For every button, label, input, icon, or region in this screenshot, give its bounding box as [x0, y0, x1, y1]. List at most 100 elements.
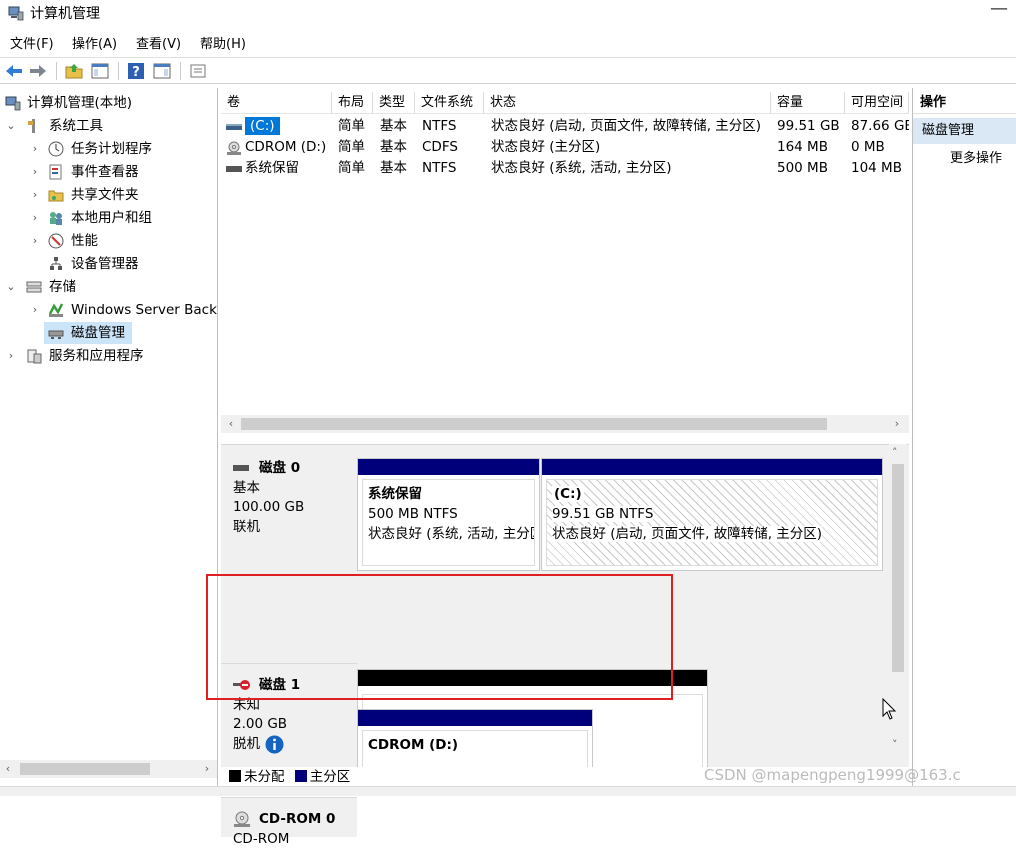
properties-icon[interactable]	[188, 61, 208, 81]
volume-free-space: 0 MB	[851, 137, 885, 158]
back-arrow-icon[interactable]	[4, 61, 24, 81]
tree-label: 共享文件夹	[71, 184, 139, 206]
partition-status: 状态良好 (系统, 活动, 主分区)	[368, 524, 529, 544]
tree-item-disk-management[interactable]: 磁盘管理	[44, 322, 132, 344]
tree-label: 系统工具	[49, 115, 103, 137]
cdrom-icon	[226, 140, 242, 156]
volume-row-system-reserved[interactable]: 系统保留 简单 基本 NTFS 状态良好 (系统, 活动, 主分区) 500 M…	[221, 158, 909, 179]
scrollbar-thumb[interactable]	[20, 763, 150, 775]
scroll-right-icon[interactable]: ›	[199, 760, 215, 778]
expand-chevron-icon[interactable]: ›	[28, 138, 42, 160]
partition-header-bar	[358, 459, 539, 475]
collapse-chevron-icon[interactable]: ⌄	[4, 276, 18, 298]
volume-name: CDROM (D:)	[245, 137, 326, 158]
actions-section-disk-management[interactable]: 磁盘管理	[913, 118, 1016, 144]
partition-cdrom[interactable]: CDROM (D:)	[357, 709, 593, 769]
minimize-button[interactable]: —	[990, 0, 1008, 19]
tree-item-shared-folders[interactable]: › 共享文件夹	[0, 184, 217, 206]
tree-item-performance[interactable]: › 性能	[0, 230, 217, 252]
title-bar: 计算机管理 —	[0, 0, 1016, 26]
cdrom0-info[interactable]: CD-ROM 0 CD-ROM	[221, 797, 357, 837]
disk0-size: 100.00 GB	[233, 498, 357, 518]
column-type[interactable]: 类型	[373, 92, 415, 114]
info-icon[interactable]	[265, 735, 284, 754]
volume-list-header: 卷 布局 类型 文件系统 状态 容量 可用空间	[221, 92, 909, 114]
tree-item-event-viewer[interactable]: › 事件查看器	[0, 161, 217, 183]
legend-unallocated: 未分配	[244, 769, 285, 785]
tree-item-windows-server-backup[interactable]: › Windows Server Backup	[0, 299, 217, 321]
tree-label: 本地用户和组	[71, 207, 152, 229]
actions-header: 操作	[913, 92, 1016, 114]
column-status[interactable]: 状态	[484, 92, 771, 114]
scroll-up-icon[interactable]: ˄	[892, 446, 898, 459]
scroll-left-icon[interactable]: ‹	[223, 415, 239, 433]
disk-icon	[233, 464, 249, 472]
volume-list-horizontal-scrollbar[interactable]: ‹ ›	[221, 415, 909, 433]
scroll-right-icon[interactable]: ›	[889, 415, 905, 433]
partition-name: CDROM (D:)	[368, 735, 582, 755]
menu-action[interactable]: 操作(A)	[72, 33, 117, 52]
volume-capacity: 500 MB	[777, 158, 828, 179]
tree-label: 服务和应用程序	[49, 345, 144, 367]
menu-help[interactable]: 帮助(H)	[200, 33, 246, 52]
expand-chevron-icon[interactable]: ›	[28, 207, 42, 229]
cdrom-icon	[233, 810, 251, 828]
help-icon[interactable]: ?	[126, 61, 146, 81]
highlight-annotation-box	[206, 574, 673, 700]
expand-chevron-icon[interactable]: ›	[4, 345, 18, 367]
forward-arrow-icon[interactable]	[28, 61, 48, 81]
scrollbar-thumb[interactable]	[241, 418, 827, 430]
volume-free-space: 87.66 GB	[851, 116, 909, 137]
volume-row-cdrom[interactable]: CDROM (D:) 简单 基本 CDFS 状态良好 (主分区) 164 MB …	[221, 137, 909, 158]
volume-name: 系统保留	[245, 158, 299, 179]
volume-filesystem: CDFS	[422, 137, 458, 158]
tree-item-system-tools[interactable]: ⌄ 系统工具	[0, 115, 217, 137]
tree-item-device-manager[interactable]: 设备管理器	[0, 253, 217, 275]
performance-icon	[48, 233, 64, 249]
show-hide-console-tree-icon[interactable]	[90, 61, 110, 81]
up-folder-icon[interactable]	[64, 61, 84, 81]
partition-body: CDROM (D:)	[362, 730, 588, 768]
column-capacity[interactable]: 容量	[771, 92, 845, 114]
volume-filesystem: NTFS	[422, 116, 456, 137]
column-volume[interactable]: 卷	[221, 92, 332, 114]
menu-file[interactable]: 文件(F)	[10, 33, 54, 52]
disk0-info[interactable]: 磁盘 0 基本 100.00 GB 联机	[221, 459, 357, 569]
tree-item-root[interactable]: 计算机管理(本地)	[0, 92, 217, 114]
services-icon	[26, 348, 42, 364]
tree-label: Windows Server Backup	[71, 299, 217, 321]
primary-partition-swatch	[295, 770, 307, 782]
column-filesystem[interactable]: 文件系统	[415, 92, 484, 114]
shared-folder-icon	[48, 187, 64, 203]
partition-name: (C:)	[552, 486, 584, 502]
partition-c[interactable]: (C:) 99.51 GB NTFS 状态良好 (启动, 页面文件, 故障转储,…	[541, 458, 883, 571]
partition-system-reserved[interactable]: 系统保留 500 MB NTFS 状态良好 (系统, 活动, 主分区)	[357, 458, 540, 571]
tree-item-storage[interactable]: ⌄ 存储	[0, 276, 217, 298]
expand-chevron-icon[interactable]: ›	[28, 299, 42, 321]
expand-chevron-icon[interactable]: ›	[28, 161, 42, 183]
volume-row-c[interactable]: (C:) 简单 基本 NTFS 状态良好 (启动, 页面文件, 故障转储, 主分…	[221, 116, 909, 137]
tree-horizontal-scrollbar[interactable]: ‹ ›	[0, 760, 217, 778]
tree-item-local-users[interactable]: › 本地用户和组	[0, 207, 217, 229]
scroll-left-icon[interactable]: ‹	[0, 760, 16, 778]
volume-status: 状态良好 (启动, 页面文件, 故障转储, 主分区)	[491, 116, 761, 137]
scroll-down-icon[interactable]: ˅	[892, 738, 898, 751]
column-free-space[interactable]: 可用空间	[845, 92, 909, 114]
clock-icon	[48, 141, 64, 157]
console-tree: 计算机管理(本地) ⌄ 系统工具 › 任务计划程序 › 事件查看器 › 共享文件…	[0, 88, 218, 786]
tree-item-services[interactable]: › 服务和应用程序	[0, 345, 217, 367]
collapse-chevron-icon[interactable]: ⌄	[4, 115, 18, 137]
show-hide-action-pane-icon[interactable]	[152, 61, 172, 81]
tree-item-task-scheduler[interactable]: › 任务计划程序	[0, 138, 217, 160]
backup-icon	[48, 302, 64, 318]
cdrom0-kind: CD-ROM	[233, 830, 357, 849]
menu-view[interactable]: 查看(V)	[136, 33, 181, 52]
scrollbar-thumb[interactable]	[892, 464, 904, 672]
disk0-state: 联机	[233, 518, 357, 538]
storage-icon	[26, 279, 42, 295]
volume-name: (C:)	[245, 117, 280, 135]
column-layout[interactable]: 布局	[332, 92, 373, 114]
expand-chevron-icon[interactable]: ›	[28, 230, 42, 252]
more-actions-link[interactable]: 更多操作	[950, 148, 1002, 170]
expand-chevron-icon[interactable]: ›	[28, 184, 42, 206]
